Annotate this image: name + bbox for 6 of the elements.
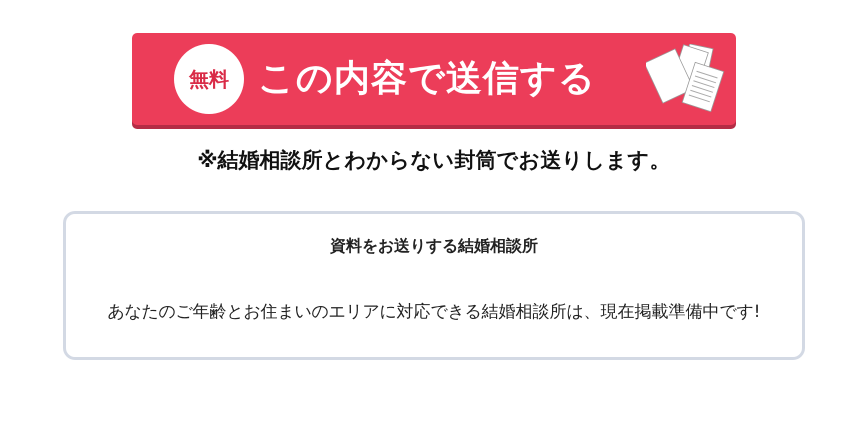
notice-text: ※結婚相談所とわからない封筒でお送りします。 (196, 147, 672, 174)
submit-button[interactable]: 無料 この内容で送信する (132, 33, 736, 125)
documents-icon (646, 44, 726, 114)
panel-message: あなたのご年齢とお住まいのエリアに対応できる結婚相談所は、現在掲載準備中です! (106, 300, 762, 324)
panel-title: 資料をお送りする結婚相談所 (329, 234, 539, 256)
free-badge: 無料 (174, 44, 244, 114)
